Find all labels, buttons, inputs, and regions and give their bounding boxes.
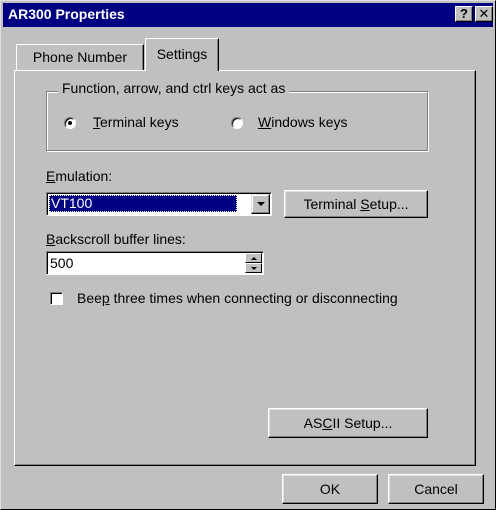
- window-title: AR300 Properties: [8, 6, 125, 22]
- help-button[interactable]: ?: [455, 6, 473, 22]
- spin-down-button[interactable]: [245, 263, 262, 273]
- mnemonic-b: B: [46, 231, 56, 247]
- tab-phone-number-label: Phone Number: [32, 49, 128, 65]
- terminal-setup-text-post: etup...: [369, 196, 409, 212]
- radio-selected-dot: [68, 121, 72, 125]
- ascii-setup-text-pre: AS: [303, 415, 323, 431]
- windows-keys-radio[interactable]: [231, 117, 243, 129]
- emulation-dropdown-button[interactable]: [251, 194, 270, 214]
- tab-settings[interactable]: Settings: [145, 38, 219, 71]
- terminal-keys-radio[interactable]: [64, 117, 76, 129]
- arrow-up-icon: [251, 257, 257, 260]
- emulation-label: Emulation:: [46, 168, 112, 184]
- ascii-setup-text-post: II Setup...: [332, 415, 393, 431]
- cancel-button[interactable]: Cancel: [388, 474, 484, 504]
- mnemonic-p: p: [101, 290, 110, 306]
- arrow-down-icon: [251, 267, 257, 270]
- keys-groupbox-title: Function, arrow, and ctrl keys act as: [58, 80, 290, 96]
- emulation-select[interactable]: VT100: [46, 192, 272, 216]
- title-bar[interactable]: AR300 Properties ? ✕: [3, 3, 493, 27]
- ascii-setup-button[interactable]: ASCII Setup...: [268, 408, 428, 438]
- ok-button[interactable]: OK: [282, 474, 378, 504]
- windows-keys-text: indows keys: [271, 114, 348, 130]
- emulation-label-text: mulation:: [55, 168, 113, 184]
- terminal-keys-text: erminal keys: [100, 114, 179, 130]
- mnemonic-s: S: [360, 196, 370, 212]
- terminal-setup-text-pre: Terminal: [303, 196, 361, 212]
- question-mark-icon: ?: [460, 6, 468, 21]
- mnemonic-t: T: [93, 114, 100, 130]
- properties-dialog: AR300 Properties ? ✕ Phone Number Settin…: [0, 0, 496, 510]
- close-button[interactable]: ✕: [475, 6, 493, 22]
- terminal-setup-button[interactable]: Terminal Setup...: [284, 190, 428, 218]
- backscroll-label: Backscroll buffer lines:: [46, 231, 186, 247]
- mnemonic-c: C: [322, 415, 333, 431]
- backscroll-spinbox[interactable]: 500: [46, 251, 264, 275]
- terminal-keys-label[interactable]: Terminal keys: [93, 114, 179, 130]
- tab-settings-label: Settings: [156, 46, 208, 62]
- beep-checkbox[interactable]: [50, 292, 63, 305]
- close-icon: ✕: [478, 6, 490, 21]
- backscroll-value[interactable]: 500: [50, 254, 73, 272]
- windows-keys-label[interactable]: Windows keys: [258, 114, 347, 130]
- beep-checkbox-label[interactable]: Beep three times when connecting or disc…: [77, 290, 398, 306]
- chevron-down-icon: [257, 202, 265, 206]
- tab-phone-number[interactable]: Phone Number: [16, 44, 144, 70]
- cancel-button-label: Cancel: [414, 481, 458, 497]
- mnemonic-w: W: [258, 114, 272, 130]
- ok-button-label: OK: [319, 481, 341, 497]
- beep-text-pre: Bee: [77, 290, 102, 306]
- backscroll-label-text: ackscroll buffer lines:: [55, 231, 186, 247]
- emulation-selected-value: VT100: [49, 195, 237, 212]
- mnemonic-e: E: [46, 168, 56, 184]
- beep-text-post: three times when connecting or disconnec…: [109, 290, 398, 306]
- spin-up-button[interactable]: [245, 253, 262, 263]
